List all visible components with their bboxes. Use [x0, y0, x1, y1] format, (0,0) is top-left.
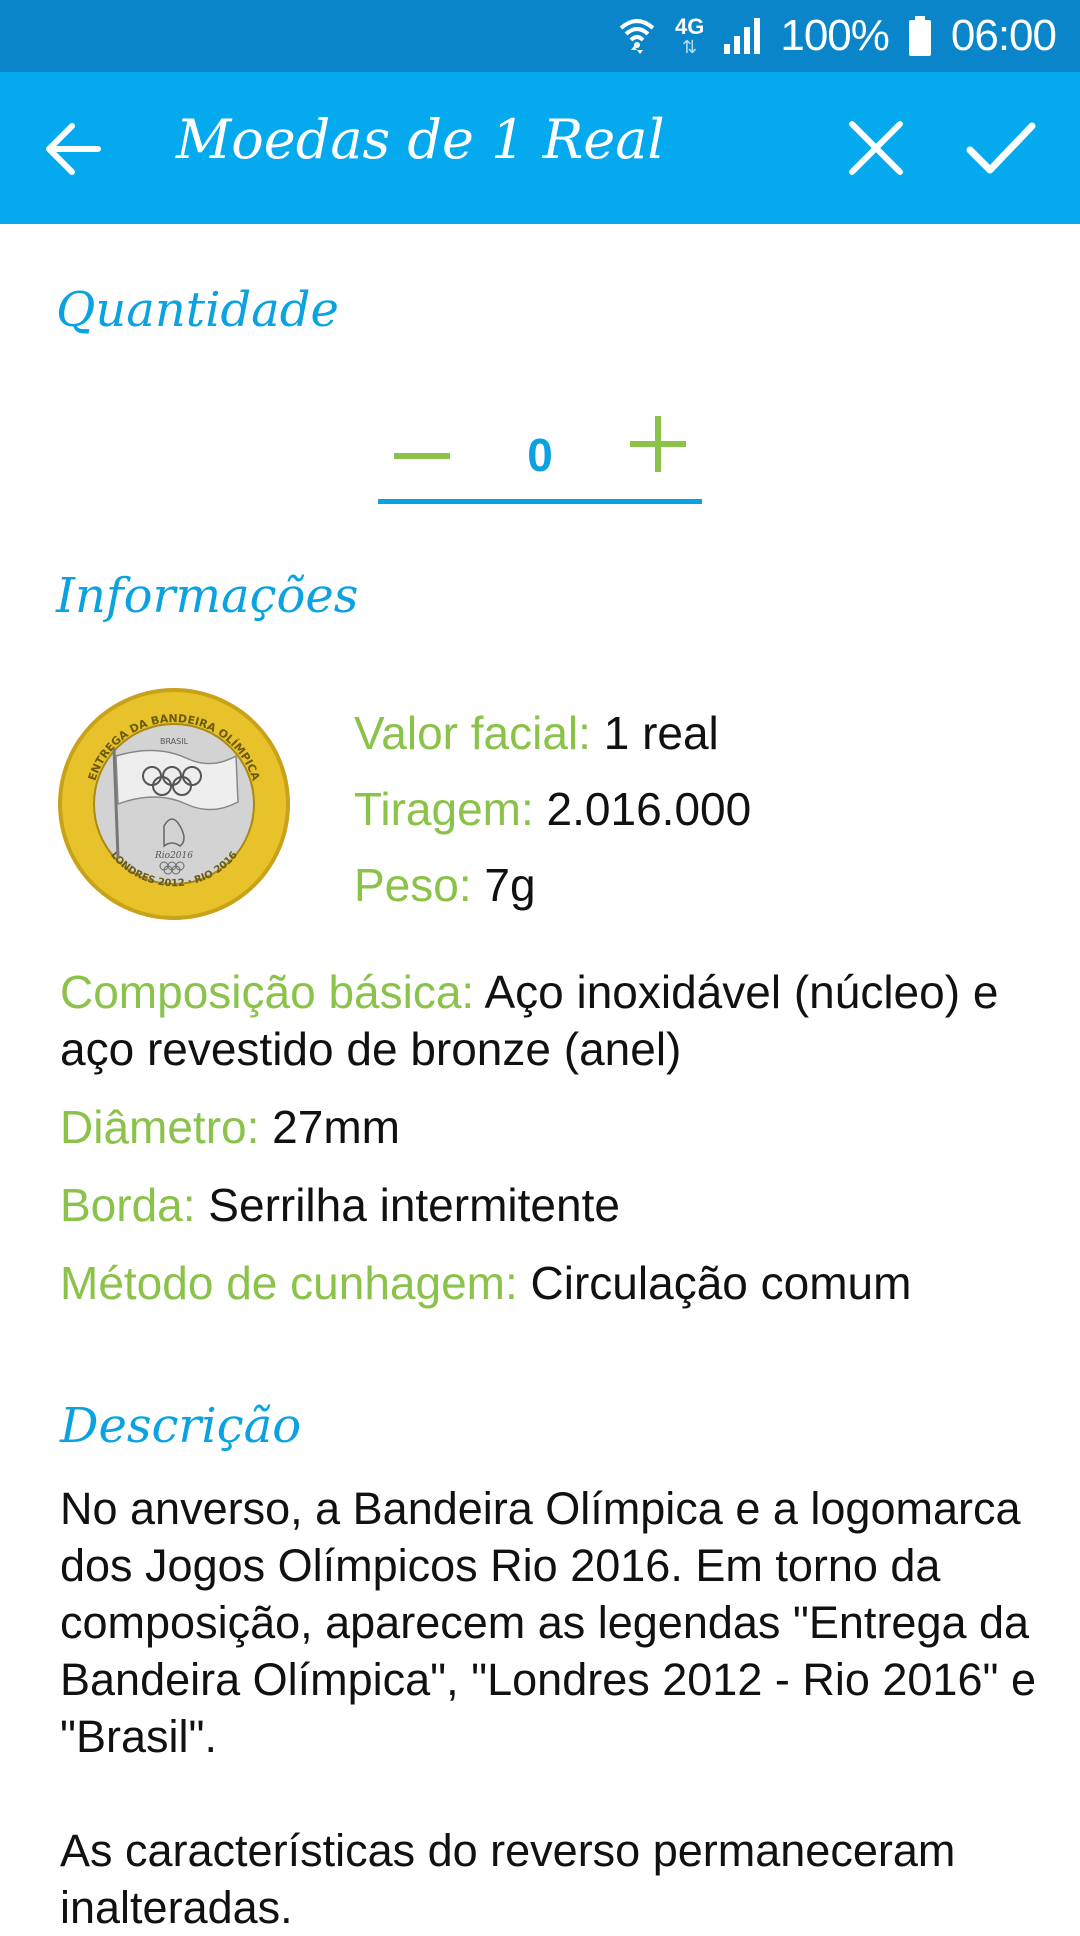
diameter-value: 27mm	[259, 1101, 400, 1153]
composition-row: Composição básica: Aço inoxidável (núcle…	[60, 964, 1020, 1078]
network-type-label: 4G	[674, 14, 705, 39]
coin-country-text: BRASIL	[160, 737, 189, 746]
edge-value: Serrilha intermitente	[195, 1179, 620, 1231]
mintage-label: Tiragem:	[354, 783, 534, 835]
weight-label: Peso:	[354, 859, 472, 911]
quantity-stepper: 0	[378, 400, 702, 504]
facial-value-label: Valor facial:	[354, 707, 591, 759]
edge-label: Borda:	[60, 1179, 196, 1231]
close-icon	[849, 121, 903, 175]
mintage-value: 2.016.000	[533, 783, 752, 835]
quantity-value[interactable]: 0	[480, 428, 600, 482]
diameter-row: Diâmetro: 27mm	[60, 1100, 400, 1154]
coin-logo-text: Rio2016	[154, 851, 193, 861]
facial-value-row: Valor facial: 1 real	[354, 706, 719, 760]
confirm-button[interactable]	[964, 116, 1038, 180]
increment-button[interactable]	[628, 414, 688, 474]
mintage-row: Tiragem: 2.016.000	[354, 782, 751, 836]
coin-image: ENTREGA DA BANDEIRA OLÍMPICA LONDRES 201…	[56, 686, 292, 922]
decrement-button[interactable]	[392, 426, 452, 486]
minting-row: Método de cunhagem: Circulação comum	[60, 1256, 911, 1310]
back-button[interactable]	[40, 114, 110, 184]
app-bar: Moedas de 1 Real	[0, 72, 1080, 224]
page-title: Moedas de 1 Real	[176, 108, 665, 171]
quantity-section-title: Quantidade	[56, 282, 339, 338]
wifi-icon	[617, 14, 657, 58]
minting-value: Circulação comum	[517, 1257, 912, 1309]
quantity-underline	[378, 499, 702, 504]
minting-label: Método de cunhagem:	[60, 1257, 518, 1309]
diameter-label: Diâmetro:	[60, 1101, 260, 1153]
check-icon	[966, 122, 1036, 174]
weight-row: Peso: 7g	[354, 858, 536, 912]
status-bar: 4G ⇅ 100% 06:00	[0, 0, 1080, 72]
signal-icon	[722, 16, 762, 56]
cancel-button[interactable]	[844, 116, 908, 180]
edge-row: Borda: Serrilha intermitente	[60, 1178, 620, 1232]
data-arrows-icon: ⇅	[682, 37, 698, 57]
plus-icon	[630, 416, 686, 472]
weight-value: 7g	[471, 859, 536, 911]
facial-value: 1 real	[590, 707, 719, 759]
composition-label: Composição básica:	[60, 966, 475, 1018]
battery-percent: 100%	[780, 11, 890, 60]
info-section-title: Informações	[56, 568, 359, 624]
arrow-left-icon	[46, 123, 101, 175]
description-section-title: Descrição	[60, 1398, 302, 1454]
battery-icon	[907, 14, 933, 58]
description-text: No anverso, a Bandeira Olímpica e a logo…	[60, 1483, 1036, 1933]
minus-icon	[394, 453, 450, 459]
clock: 06:00	[950, 11, 1057, 60]
network-type-indicator: 4G ⇅	[674, 14, 705, 57]
